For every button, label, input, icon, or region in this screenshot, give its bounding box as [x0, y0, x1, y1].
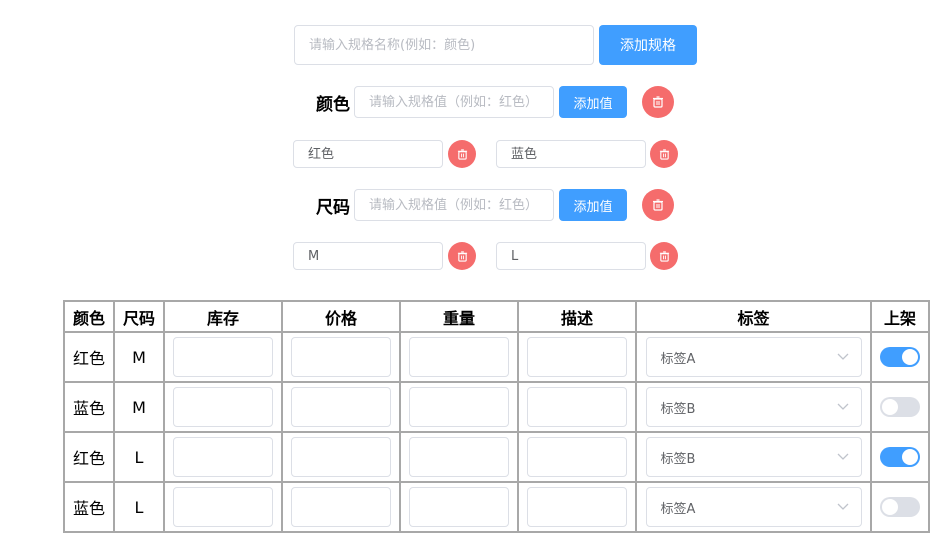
on-shelf-switch[interactable] [880, 347, 920, 367]
size-cell: M [113, 381, 165, 433]
price-input[interactable] [291, 387, 391, 427]
tag-select-value: 标签A [660, 351, 696, 367]
on-shelf-switch[interactable] [880, 447, 920, 467]
stock-input[interactable] [173, 437, 273, 477]
size-cell: M [113, 331, 165, 383]
column-header: 价格 [281, 300, 401, 333]
chevron-down-icon [837, 503, 848, 510]
table-row: 蓝色 L 标签A [63, 481, 930, 533]
table-header-row: 颜色 尺码 库存 价格 重量 描述 标签 上架 [63, 300, 930, 333]
column-header: 颜色 [63, 300, 115, 333]
add-value-button[interactable]: 添加值 [559, 86, 627, 118]
delete-spec-button[interactable] [642, 189, 674, 221]
price-input[interactable] [291, 437, 391, 477]
weight-input[interactable] [409, 487, 509, 527]
spec-value-field[interactable]: L [496, 242, 646, 270]
tag-select-value: 标签B [660, 451, 696, 467]
add-value-button[interactable]: 添加值 [559, 189, 627, 221]
trash-icon [457, 148, 467, 160]
weight-input[interactable] [409, 337, 509, 377]
table-row: 红色 L 标签B [63, 431, 930, 483]
spec-value-field[interactable]: 蓝色 [496, 140, 646, 168]
stock-input[interactable] [173, 337, 273, 377]
spec-name-label: 颜色 [316, 95, 350, 115]
spec-name-label: 尺码 [316, 198, 350, 218]
delete-value-button[interactable] [650, 242, 678, 270]
add-spec-button[interactable]: 添加规格 [599, 25, 697, 65]
description-input[interactable] [527, 387, 627, 427]
delete-value-button[interactable] [650, 140, 678, 168]
tag-select[interactable]: 标签B [645, 437, 862, 477]
weight-input[interactable] [409, 387, 509, 427]
trash-icon [457, 250, 467, 262]
stock-input[interactable] [173, 487, 273, 527]
switch-knob [902, 349, 918, 365]
spec-name-input[interactable] [294, 25, 594, 65]
delete-value-button[interactable] [448, 140, 476, 168]
chevron-down-icon [837, 453, 848, 460]
trash-icon [659, 148, 669, 160]
price-input[interactable] [291, 337, 391, 377]
tag-select-value: 标签B [660, 401, 696, 417]
spec-value-input[interactable] [354, 86, 554, 118]
color-cell: 蓝色 [63, 481, 115, 533]
spec-value-field[interactable]: 红色 [293, 140, 443, 168]
description-input[interactable] [527, 337, 627, 377]
switch-knob [902, 449, 918, 465]
trash-icon [653, 96, 663, 108]
table-row: 红色 M 标签A [63, 331, 930, 383]
spec-value-input[interactable] [354, 189, 554, 221]
column-header: 库存 [163, 300, 283, 333]
on-shelf-switch[interactable] [880, 497, 920, 517]
sku-table: 颜色 尺码 库存 价格 重量 描述 标签 上架 红色 M 标签A 蓝色 M 标签… [63, 300, 930, 533]
chevron-down-icon [837, 403, 848, 410]
tag-select[interactable]: 标签A [645, 337, 862, 377]
color-cell: 蓝色 [63, 381, 115, 433]
weight-input[interactable] [409, 437, 509, 477]
trash-icon [659, 250, 669, 262]
color-cell: 红色 [63, 331, 115, 383]
chevron-down-icon [837, 353, 848, 360]
tag-select[interactable]: 标签B [645, 387, 862, 427]
description-input[interactable] [527, 437, 627, 477]
delete-value-button[interactable] [448, 242, 476, 270]
tag-select-value: 标签A [660, 501, 696, 517]
switch-knob [882, 499, 898, 515]
price-input[interactable] [291, 487, 391, 527]
trash-icon [653, 199, 663, 211]
description-input[interactable] [527, 487, 627, 527]
stock-input[interactable] [173, 387, 273, 427]
size-cell: L [113, 481, 165, 533]
on-shelf-switch[interactable] [880, 397, 920, 417]
column-header: 标签 [635, 300, 872, 333]
color-cell: 红色 [63, 431, 115, 483]
column-header: 尺码 [113, 300, 165, 333]
delete-spec-button[interactable] [642, 86, 674, 118]
tag-select[interactable]: 标签A [645, 487, 862, 527]
column-header: 重量 [399, 300, 519, 333]
spec-value-field[interactable]: M [293, 242, 443, 270]
switch-knob [882, 399, 898, 415]
size-cell: L [113, 431, 165, 483]
column-header: 描述 [517, 300, 637, 333]
table-row: 蓝色 M 标签B [63, 381, 930, 433]
column-header: 上架 [870, 300, 930, 333]
